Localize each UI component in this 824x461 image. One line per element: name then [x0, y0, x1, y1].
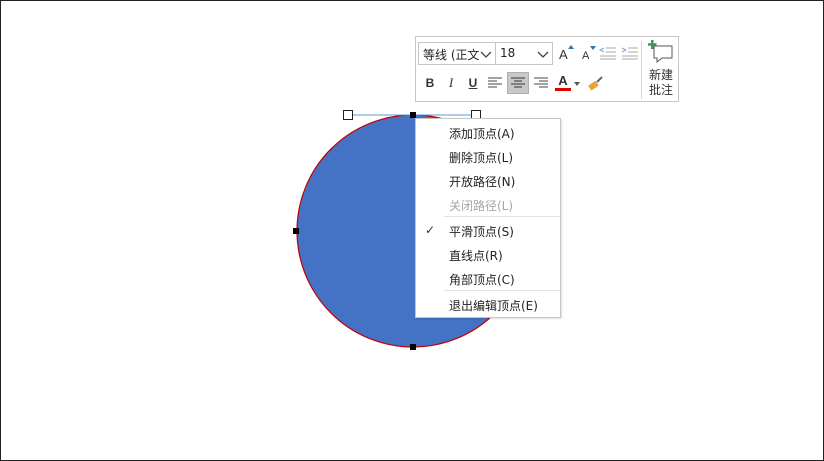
underline-button[interactable]: U [463, 73, 483, 93]
font-name-combo[interactable]: 等线 (正文 [418, 42, 496, 65]
increase-font-size-button[interactable]: A [556, 43, 576, 63]
menu-item-label: 平滑顶点(S) [449, 225, 514, 239]
font-name-value: 等线 (正文 [423, 48, 479, 62]
svg-text:A: A [559, 47, 568, 62]
format-painter-icon [588, 76, 603, 91]
menu-item-straight-point[interactable]: 直线点(R) [416, 242, 560, 266]
align-right-button[interactable] [531, 73, 551, 93]
italic-button[interactable]: I [441, 73, 461, 93]
font-color-button[interactable]: A [553, 72, 573, 92]
bold-label: B [425, 76, 435, 90]
menu-item-corner-point[interactable]: 角部顶点(C) [416, 266, 560, 290]
decrease-indent-icon [599, 47, 616, 60]
menu-item-open-path[interactable]: 开放路径(N) [416, 168, 560, 192]
increase-indent-icon [621, 47, 638, 60]
menu-item-label: 删除顶点(L) [449, 151, 514, 165]
underline-label: U [468, 76, 478, 90]
menu-item-close-path: 关闭路径(L) [416, 192, 560, 216]
font-grow-icon: A [559, 45, 574, 62]
font-color-swatch [555, 87, 571, 91]
new-comment-label-1: 新建 [648, 68, 673, 82]
decrease-indent-button[interactable] [598, 43, 618, 63]
format-painter-button[interactable] [586, 73, 606, 93]
context-menu: 添加顶点(A) 删除顶点(L) 开放路径(N) 关闭路径(L) ✓ 平滑顶点(S… [415, 118, 561, 318]
increase-indent-button[interactable] [620, 43, 640, 63]
align-left-button[interactable] [485, 73, 505, 93]
menu-item-label: 开放路径(N) [449, 175, 516, 189]
vertex-left[interactable] [293, 228, 299, 234]
toolbar-separator [641, 41, 642, 99]
italic-label: I [448, 75, 454, 90]
menu-item-smooth-point[interactable]: ✓ 平滑顶点(S) [416, 218, 560, 242]
mini-toolbar: 等线 (正文 18 A A B I U A 新建 批注 [415, 36, 679, 102]
font-size-value: 18 [500, 46, 516, 60]
caret-down-icon [574, 82, 580, 86]
align-center-button[interactable] [507, 72, 529, 94]
bezier-handle-left[interactable] [343, 110, 353, 120]
decrease-font-size-button[interactable]: A [578, 43, 598, 63]
svg-text:A: A [582, 50, 590, 62]
chevron-down-icon [537, 51, 549, 58]
menu-item-label: 添加顶点(A) [449, 127, 515, 141]
menu-item-exit-edit-points[interactable]: 退出编辑顶点(E) [416, 292, 560, 316]
vertex-bottom[interactable] [410, 344, 416, 350]
menu-item-label: 直线点(R) [449, 249, 503, 263]
check-icon: ✓ [425, 223, 436, 237]
font-color-letter: A [558, 72, 568, 88]
menu-item-label: 关闭路径(L) [449, 199, 514, 213]
align-center-icon [511, 77, 525, 88]
menu-separator [444, 290, 560, 291]
menu-item-delete-point[interactable]: 删除顶点(L) [416, 144, 560, 168]
menu-item-label: 退出编辑顶点(E) [449, 299, 538, 313]
font-size-combo[interactable]: 18 [495, 42, 553, 65]
menu-separator [444, 216, 560, 217]
new-comment-button[interactable]: 新建 批注 [644, 40, 678, 100]
menu-item-add-point[interactable]: 添加顶点(A) [416, 120, 560, 144]
menu-item-label: 角部顶点(C) [449, 273, 515, 287]
align-left-icon [488, 77, 502, 88]
shape-canvas [293, 110, 530, 350]
new-comment-icon [648, 40, 673, 64]
align-right-icon [534, 77, 548, 88]
bold-button[interactable]: B [420, 73, 440, 93]
font-color-dropdown[interactable] [572, 74, 582, 94]
new-comment-label-2: 批注 [648, 83, 673, 97]
chevron-down-icon [480, 51, 492, 58]
font-shrink-icon: A [582, 46, 596, 62]
